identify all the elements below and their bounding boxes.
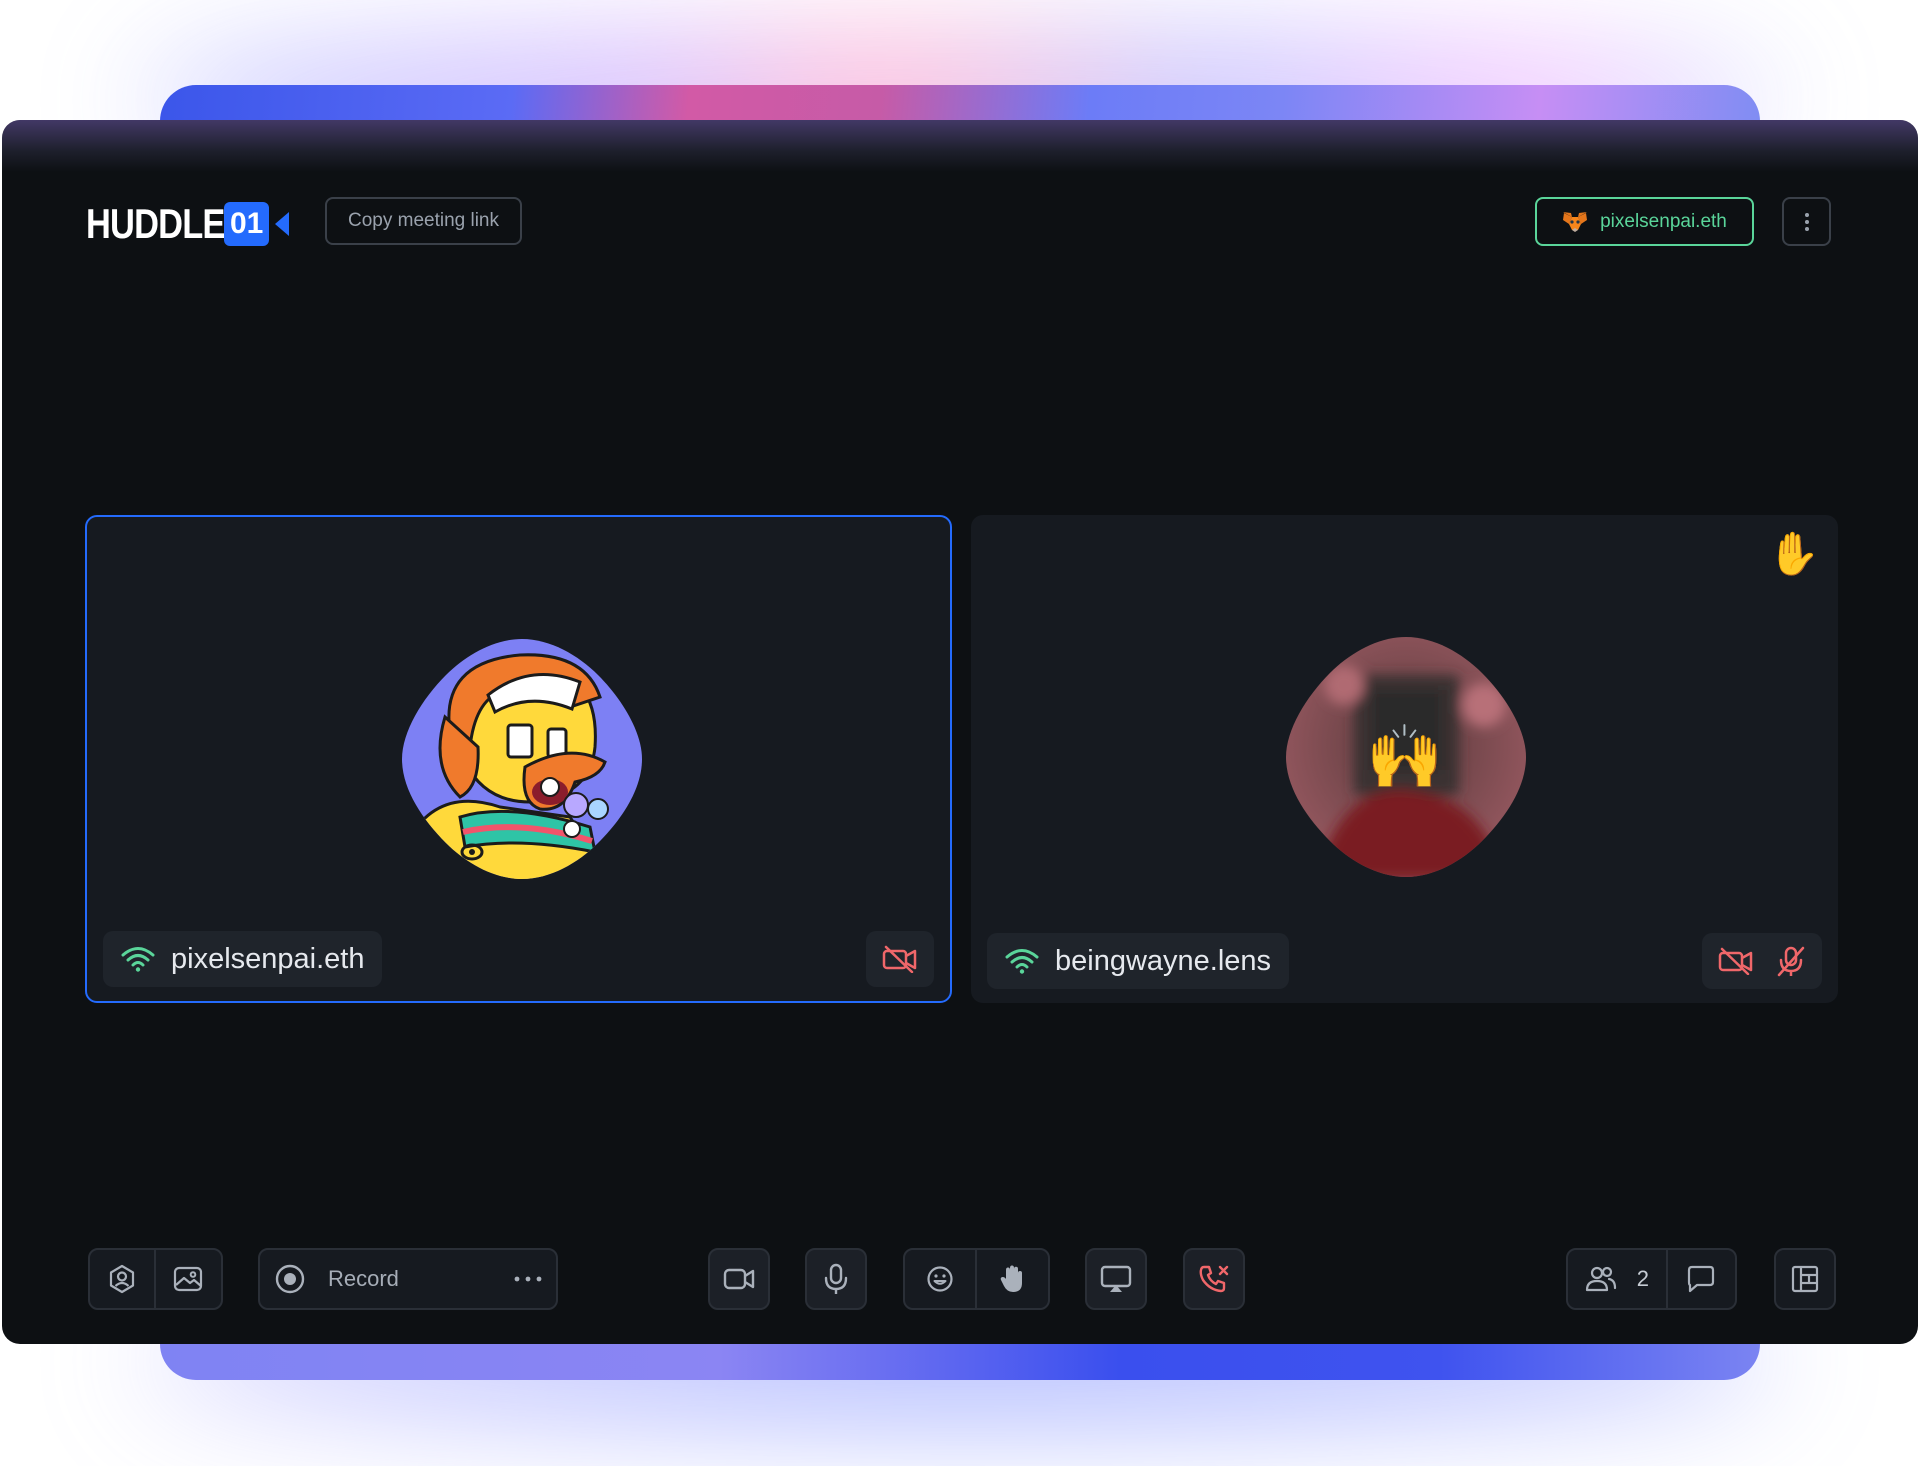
logo-word: HUDDLE (86, 200, 225, 247)
mic-off-icon (1777, 946, 1805, 977)
wallet-button[interactable]: pixelsenpai.eth (1535, 197, 1754, 246)
raise-hand-button[interactable] (977, 1250, 1048, 1308)
participants-button[interactable]: 2 (1568, 1250, 1666, 1308)
layout-icon (1791, 1265, 1819, 1293)
hand-raised-badge: ✋ (1767, 530, 1820, 577)
chat-icon (1688, 1265, 1715, 1293)
copy-meeting-link-button[interactable]: Copy meeting link (325, 197, 522, 245)
wallet-name: pixelsenpai.eth (1600, 210, 1727, 232)
participant-name: pixelsenpai.eth (171, 942, 365, 975)
signal-strength-icon (1005, 949, 1039, 974)
avatar-duck (400, 637, 644, 881)
kebab-menu-icon (1804, 212, 1809, 231)
avatar-settings-button[interactable] (90, 1250, 154, 1308)
record-button[interactable]: Record (258, 1248, 558, 1310)
participant-tile-beingwayne[interactable]: ✋ 🙌 beingwayne.lens (971, 515, 1838, 1003)
window-top-fade (2, 120, 1918, 172)
video-camera-icon (723, 1268, 755, 1290)
more-horizontal-icon (514, 1276, 542, 1282)
chat-button[interactable] (1668, 1250, 1735, 1308)
participant-status-pill (866, 931, 934, 987)
huddle01-logo: HUDDLE 01 (86, 200, 290, 248)
signal-strength-icon (121, 947, 155, 972)
camera-toggle-button[interactable] (708, 1248, 770, 1310)
participant-name-pill: beingwayne.lens (987, 933, 1290, 989)
background-image-button[interactable] (156, 1250, 221, 1308)
participant-status-pill (1702, 933, 1822, 989)
screen-share-icon (1100, 1265, 1132, 1292)
record-options-button[interactable] (514, 1250, 542, 1308)
participants-icon (1585, 1266, 1616, 1292)
image-icon (174, 1266, 203, 1292)
participant-name: beingwayne.lens (1055, 944, 1272, 977)
end-call-icon (1199, 1265, 1229, 1293)
screen-share-button[interactable] (1085, 1248, 1147, 1310)
participant-name-pill: pixelsenpai.eth (103, 931, 383, 987)
metamask-fox-icon (1562, 211, 1588, 233)
record-icon (275, 1264, 305, 1294)
hand-icon (1001, 1265, 1023, 1292)
participant-tile-pixelsenpai[interactable]: pixelsenpai.eth (85, 515, 952, 1003)
end-call-button[interactable] (1183, 1248, 1245, 1310)
record-label: Record (328, 1266, 399, 1291)
more-options-button[interactable] (1782, 197, 1831, 246)
logo-camera-icon (275, 212, 290, 236)
participants-chat-group: 2 (1566, 1248, 1737, 1310)
avatar-background-group (88, 1248, 223, 1310)
layout-button[interactable] (1774, 1248, 1836, 1310)
avatar-settings-icon (109, 1264, 135, 1294)
participant-count: 2 (1636, 1266, 1650, 1291)
video-off-icon (1718, 947, 1753, 975)
emoji-icon (927, 1266, 953, 1292)
microphone-toggle-button[interactable] (805, 1248, 867, 1310)
reactions-group (903, 1248, 1050, 1310)
microphone-icon (824, 1263, 848, 1294)
video-off-icon (882, 945, 917, 973)
avatar-blurred-photo: 🙌 (1284, 635, 1528, 879)
avatar-emoji: 🙌 (1366, 723, 1444, 792)
emoji-reaction-button[interactable] (905, 1250, 975, 1308)
logo-number: 01 (224, 202, 270, 246)
